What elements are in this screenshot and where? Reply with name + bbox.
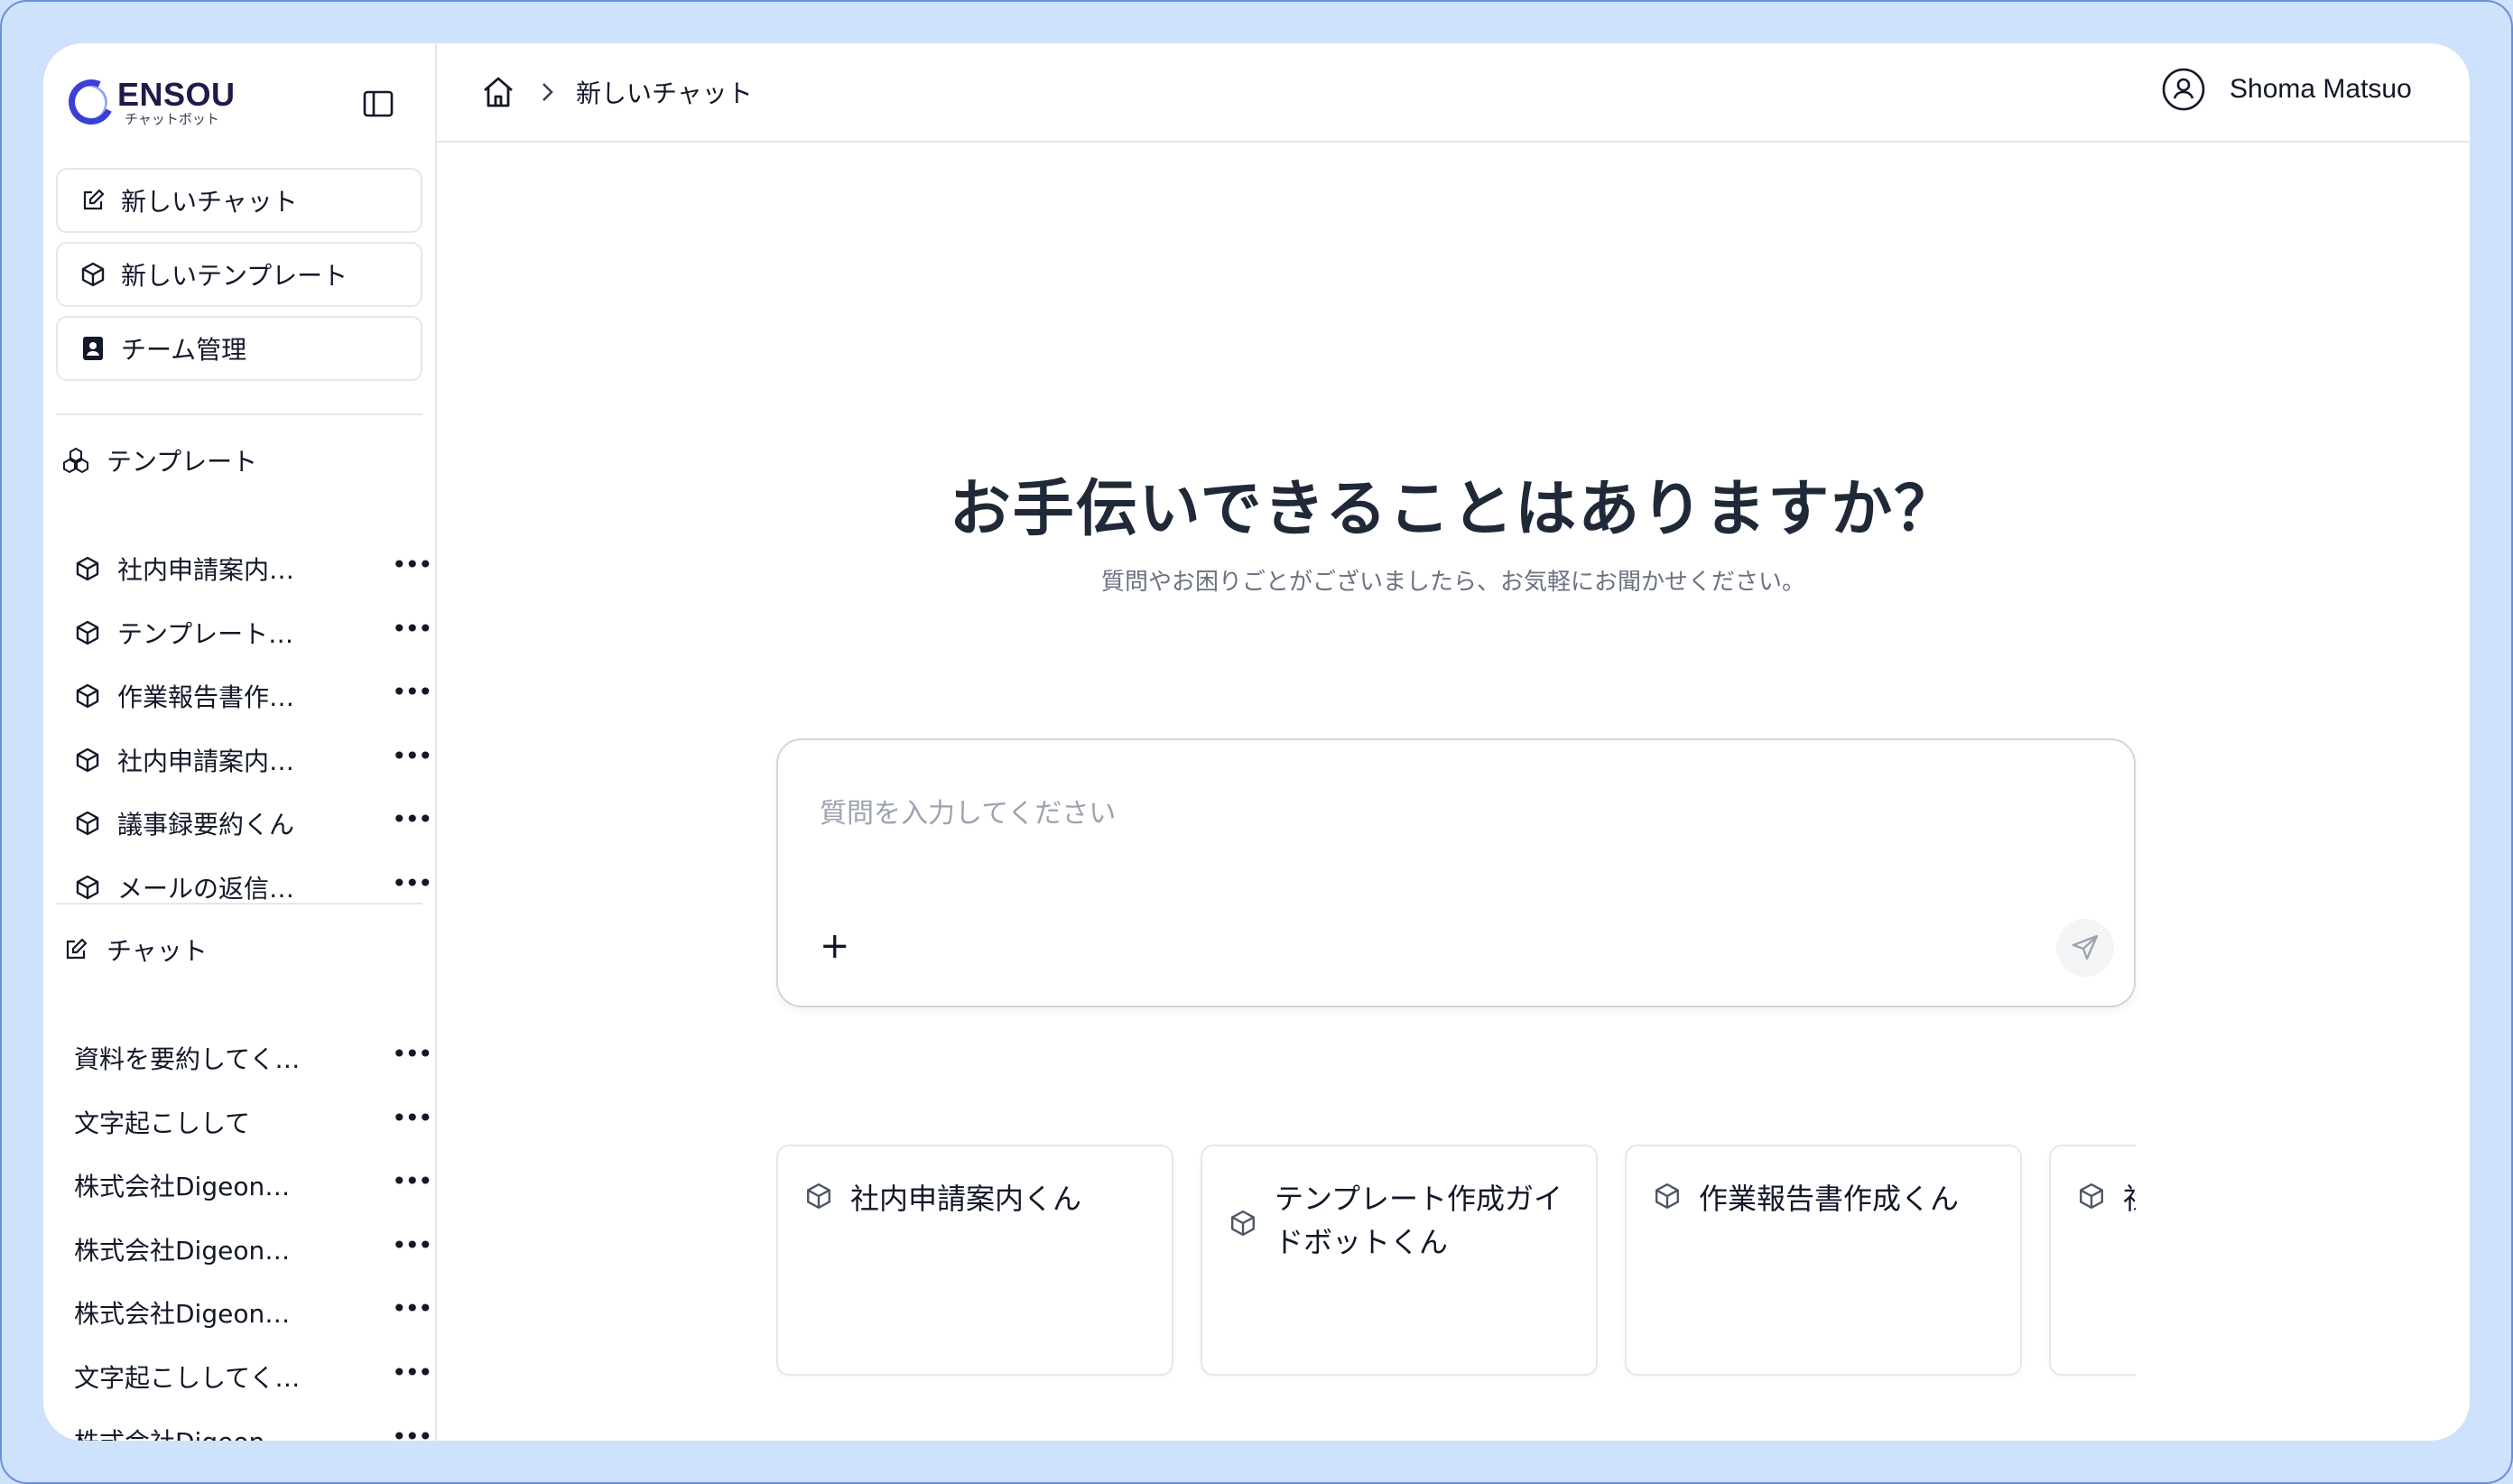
template-card[interactable]: テンプレート作成ガイドボットくん <box>1201 1145 1598 1376</box>
more-options-icon[interactable]: ••• <box>392 1042 433 1067</box>
contact-icon <box>79 335 107 362</box>
template-item-label: 社内申請案内… <box>117 746 295 776</box>
template-item-label: 作業報告書作… <box>117 682 295 713</box>
template-item-label: テンプレート… <box>117 618 294 649</box>
cubes-icon <box>61 446 90 475</box>
cube-icon <box>74 682 101 710</box>
sidebar-panel-icon <box>363 90 394 117</box>
chat-item[interactable]: 株式会社Digeon… ••• <box>74 1158 433 1212</box>
send-icon <box>2072 934 2099 960</box>
cube-icon <box>2078 1183 2107 1211</box>
chat-item-label: 文字起こししてく… <box>74 1363 300 1393</box>
template-item[interactable]: 作業報告書作… ••• <box>74 669 433 723</box>
chat-item[interactable]: 資料を要約してく… ••• <box>74 1031 433 1085</box>
chat-item[interactable]: 株式会社Digeon… ••• <box>74 1285 433 1340</box>
team-management-label: チーム管理 <box>121 335 247 365</box>
app-window: ENSOU チャットボット 新しいチャット 新しいテンプレート チーム管理 テン… <box>43 43 2470 1441</box>
template-item-label: 社内申請案内… <box>117 555 295 585</box>
question-input[interactable] <box>820 791 2083 863</box>
chats-section-heading: チャット <box>61 932 208 968</box>
edit-icon <box>79 187 107 214</box>
chat-item[interactable]: 株式会社Digeon… ••• <box>74 1414 433 1441</box>
template-item-label: 議事録要約くん <box>117 810 295 840</box>
templates-heading-label: テンプレート <box>107 447 258 477</box>
sidebar-divider <box>56 903 422 904</box>
template-item-label: メールの返信… <box>117 874 295 904</box>
chat-item-label: 文字起こしして <box>74 1108 251 1138</box>
template-card[interactable]: 社内申請案内くん <box>776 1145 1173 1376</box>
chat-item-label: 株式会社Digeon… <box>74 1235 291 1266</box>
new-template-label: 新しいテンプレート <box>121 261 348 291</box>
template-card[interactable]: 社内申請案内くん <box>2049 1145 2136 1376</box>
cube-icon <box>805 1183 834 1211</box>
chat-item-label: 株式会社Digeon… <box>74 1299 291 1330</box>
cube-icon <box>1654 1183 1683 1211</box>
more-options-icon[interactable]: ••• <box>392 743 433 768</box>
more-options-icon[interactable]: ••• <box>392 871 433 896</box>
template-card[interactable]: 作業報告書作成くん <box>1625 1145 2022 1376</box>
template-item[interactable]: 議事録要約くん ••• <box>74 796 433 850</box>
more-options-icon[interactable]: ••• <box>392 1424 433 1441</box>
more-options-icon[interactable]: ••• <box>392 1360 433 1386</box>
new-chat-button[interactable]: 新しいチャット <box>56 168 422 233</box>
top-bar: 新しいチャット Shoma Matsuo <box>437 43 2470 143</box>
more-options-icon[interactable]: ••• <box>392 616 433 641</box>
page-subtitle: 質問やお困りごとがございましたら、お気軽にお聞かせください。 <box>1100 569 1805 596</box>
more-options-icon[interactable]: ••• <box>392 552 433 578</box>
templates-section-heading: テンプレート <box>61 442 257 478</box>
sidebar-toggle-button[interactable] <box>363 90 394 117</box>
more-options-icon[interactable]: ••• <box>392 807 433 832</box>
template-item[interactable]: テンプレート… ••• <box>74 606 433 660</box>
more-options-icon[interactable]: ••• <box>392 1296 433 1322</box>
user-menu[interactable]: Shoma Matsuo <box>2161 67 2412 112</box>
main-area: 新しいチャット Shoma Matsuo お手伝いできることはありますか？ 質問… <box>437 43 2470 1441</box>
chat-item-label: 資料を要約してく… <box>74 1044 300 1074</box>
more-options-icon[interactable]: ••• <box>392 680 433 705</box>
sidebar-divider <box>56 413 422 415</box>
cube-icon <box>1229 1210 1258 1238</box>
user-avatar-icon <box>2162 68 2205 111</box>
template-cards-carousel: 社内申請案内くん テンプレート作成ガイドボットくん 作業報告書作成くん 社内申請… <box>776 1145 2136 1379</box>
template-item[interactable]: メールの返信… ••• <box>74 860 433 914</box>
user-name: Shoma Matsuo <box>2230 74 2412 104</box>
team-management-button[interactable]: チーム管理 <box>56 316 422 381</box>
cube-icon <box>79 261 107 288</box>
cube-icon <box>74 619 101 646</box>
page-title: お手伝いできることはありますか？ <box>949 474 1958 545</box>
new-chat-label: 新しいチャット <box>121 187 298 217</box>
brand-name: ENSOU <box>117 76 236 113</box>
chats-heading-label: チャット <box>107 936 208 966</box>
template-item[interactable]: 社内申請案内… ••• <box>74 542 433 596</box>
template-card-title: 社内申請案内くん <box>2123 1177 2136 1220</box>
template-card-title: テンプレート作成ガイドボットくん <box>1275 1182 1563 1259</box>
chat-item-label: 株式会社Digeon… <box>74 1172 291 1202</box>
more-options-icon[interactable]: ••• <box>392 1232 433 1257</box>
sidebar: ENSOU チャットボット 新しいチャット 新しいテンプレート チーム管理 テン… <box>43 43 437 1441</box>
new-template-button[interactable]: 新しいテンプレート <box>56 242 422 307</box>
attach-plus-button[interactable]: + <box>820 928 852 964</box>
brand-logo[interactable]: ENSOU チャットボット <box>61 72 236 132</box>
chat-item[interactable]: 株式会社Digeon… ••• <box>74 1222 433 1276</box>
chat-composer: + <box>776 738 2136 1007</box>
cube-icon <box>74 810 101 837</box>
edit-icon <box>61 935 90 964</box>
cube-icon <box>74 874 101 901</box>
home-icon[interactable] <box>480 74 516 110</box>
brand-subtitle: チャットボット <box>125 111 219 127</box>
more-options-icon[interactable]: ••• <box>392 1169 433 1194</box>
chat-item-label: 株式会社Digeon… <box>74 1423 300 1441</box>
template-card-title: 作業報告書作成くん <box>1699 1182 1960 1216</box>
send-button[interactable] <box>2056 919 2114 977</box>
template-item[interactable]: 社内申請案内… ••• <box>74 733 433 787</box>
chevron-right-icon <box>536 76 558 108</box>
cube-icon <box>74 747 101 774</box>
cube-icon <box>74 555 101 582</box>
logo-mark-icon <box>61 72 121 132</box>
more-options-icon[interactable]: ••• <box>392 1105 433 1130</box>
template-card-title: 社内申請案内くん <box>850 1182 1082 1216</box>
breadcrumb-current: 新しいチャット <box>576 79 753 108</box>
chat-item[interactable]: 文字起こしして ••• <box>74 1095 433 1149</box>
chat-item[interactable]: 文字起こししてく… ••• <box>74 1350 433 1404</box>
